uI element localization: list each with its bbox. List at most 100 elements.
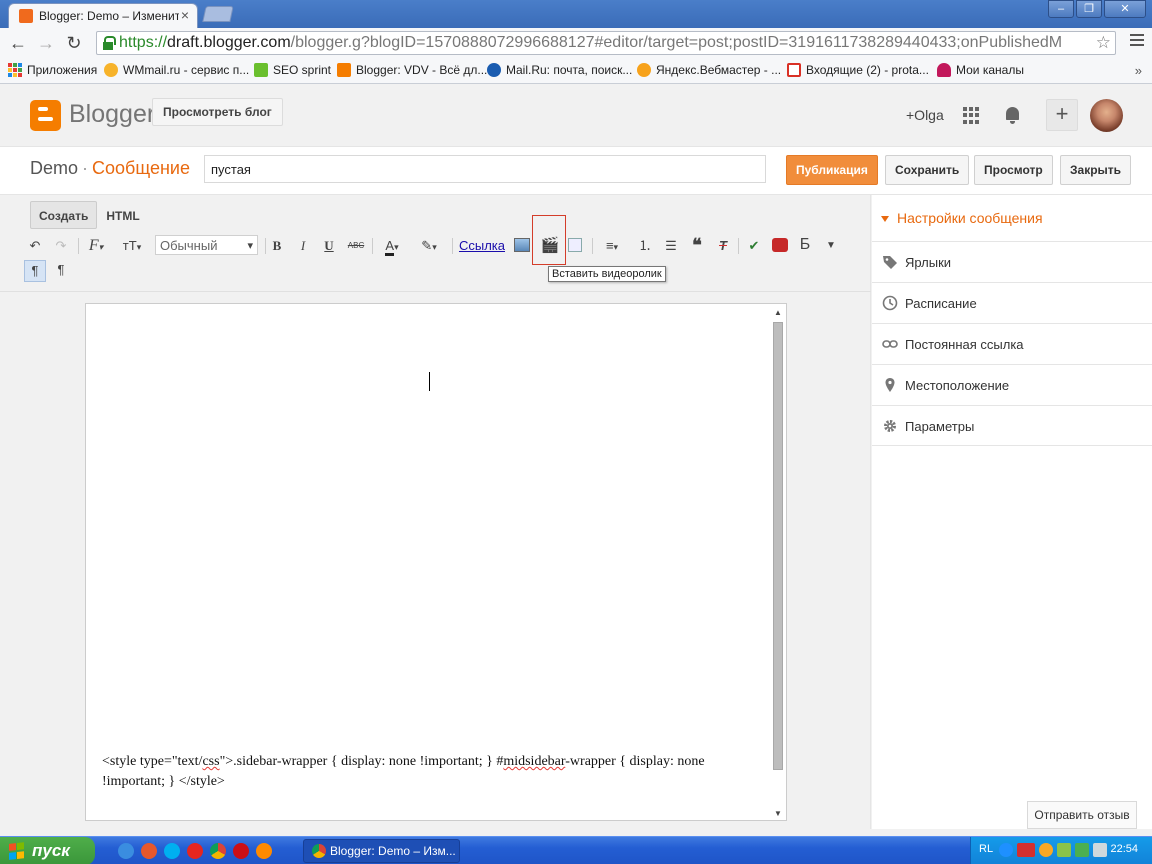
bookmark-blogger[interactable]: Blogger: VDV - Всё дл... bbox=[337, 63, 487, 77]
post-settings-panel: Настройки сообщения Ярлыки Расписание По… bbox=[872, 195, 1152, 829]
back-icon[interactable]: ← bbox=[8, 33, 28, 53]
post-body-content: <style type="text/css">.sidebar-wrapper … bbox=[102, 754, 705, 789]
font-color-icon[interactable]: A▾ bbox=[378, 236, 406, 256]
google-apps-icon[interactable] bbox=[963, 107, 980, 124]
notifications-bell-icon[interactable] bbox=[1004, 107, 1021, 125]
scroll-up-icon[interactable]: ▲ bbox=[774, 308, 782, 317]
settings-item-schedule[interactable]: Расписание bbox=[872, 282, 1152, 323]
send-feedback-button[interactable]: Отправить отзыв bbox=[1027, 801, 1137, 829]
font-size-icon[interactable]: тT▾ bbox=[118, 236, 146, 256]
bookmark-yandex[interactable]: Яндекс.Вебмастер - ... bbox=[637, 63, 781, 77]
opera-icon[interactable] bbox=[233, 843, 249, 859]
publish-button[interactable]: Публикация bbox=[786, 155, 878, 185]
new-tab-button[interactable] bbox=[202, 6, 234, 22]
bookmark-channels[interactable]: Мои каналы bbox=[937, 63, 1024, 77]
editor-area: Создать HTML ↶ ↷ F▾ тT▾ Обычный B I U AB… bbox=[0, 195, 871, 829]
post-title-input[interactable] bbox=[204, 155, 766, 183]
lock-icon bbox=[103, 36, 116, 50]
chrome-icon[interactable] bbox=[210, 843, 226, 859]
settings-item-location[interactable]: Местоположение bbox=[872, 364, 1152, 405]
bookmark-star-icon[interactable]: ☆ bbox=[1096, 33, 1111, 53]
tab-html[interactable]: HTML bbox=[97, 201, 148, 229]
minimize-button[interactable]: – bbox=[1048, 0, 1074, 18]
tray-arrow-icon[interactable] bbox=[999, 843, 1013, 857]
tab-compose[interactable]: Создать bbox=[30, 201, 98, 229]
maximize-button[interactable]: ❐ bbox=[1076, 0, 1102, 18]
reload-icon[interactable]: ↻ bbox=[64, 33, 84, 53]
insert-image-icon[interactable] bbox=[514, 238, 530, 252]
blogger-icon bbox=[337, 63, 351, 77]
italic-button[interactable]: I bbox=[296, 236, 310, 256]
network-icon[interactable] bbox=[1075, 843, 1089, 857]
start-button[interactable]: пуск bbox=[0, 837, 95, 864]
redo-icon[interactable]: ↷ bbox=[52, 236, 70, 256]
highlight-color-icon[interactable]: ✎▾ bbox=[414, 236, 444, 256]
font-family-icon[interactable]: F▾ bbox=[84, 236, 108, 256]
settings-item-options[interactable]: Параметры bbox=[872, 405, 1152, 446]
settings-item-labels[interactable]: Ярлыки bbox=[872, 241, 1152, 282]
paragraph-format-select[interactable]: Обычный bbox=[155, 235, 258, 256]
rtl-direction-icon[interactable]: ¶ bbox=[52, 260, 70, 282]
skype-icon[interactable] bbox=[164, 843, 180, 859]
quote-icon[interactable]: ❝ bbox=[688, 235, 706, 255]
firefox-alt-icon[interactable] bbox=[256, 843, 272, 859]
firefox-icon[interactable] bbox=[141, 843, 157, 859]
window-controls: – ❐ ✕ bbox=[1048, 0, 1146, 18]
link-button[interactable]: Ссылка bbox=[458, 236, 506, 256]
bookmarks-bar: Приложения WMmail.ru - сервис п... SEO s… bbox=[0, 58, 1152, 84]
language-letter-icon[interactable]: Б bbox=[796, 235, 814, 255]
bookmarks-more-icon[interactable]: » bbox=[1135, 63, 1142, 78]
undo-icon[interactable]: ↶ bbox=[26, 236, 44, 256]
url-text: https://draft.blogger.com/blogger.g?blog… bbox=[119, 34, 1063, 51]
bookmark-seosprint[interactable]: SEO sprint bbox=[254, 63, 331, 77]
language-dropdown-icon[interactable]: ▼ bbox=[824, 236, 838, 256]
settings-item-permalink[interactable]: Постоянная ссылка bbox=[872, 323, 1152, 364]
avatar[interactable] bbox=[1090, 99, 1123, 132]
ie-icon[interactable] bbox=[118, 843, 134, 859]
spellcheck-icon[interactable]: ✔ bbox=[744, 236, 764, 256]
insert-jump-break-icon[interactable] bbox=[568, 238, 582, 252]
save-button[interactable]: Сохранить bbox=[885, 155, 970, 185]
align-icon[interactable]: ≡▾ bbox=[598, 236, 626, 256]
chrome-menu-icon[interactable] bbox=[1130, 34, 1144, 48]
ati-icon[interactable] bbox=[1017, 843, 1035, 857]
bold-button[interactable]: B bbox=[270, 236, 284, 256]
preview-button[interactable]: Просмотр bbox=[974, 155, 1053, 185]
post-body-editor[interactable]: <style type="text/css">.sidebar-wrapper … bbox=[85, 303, 787, 821]
share-plus-button[interactable]: + bbox=[1046, 99, 1078, 131]
taskbar-item-blogger[interactable]: Blogger: Demo – Изм... bbox=[303, 839, 460, 863]
tray-utility-icon[interactable] bbox=[1057, 843, 1071, 857]
collapse-triangle-icon bbox=[881, 216, 889, 223]
underline-button[interactable]: U bbox=[322, 236, 336, 256]
monitor-icon[interactable] bbox=[1093, 843, 1107, 857]
scroll-down-icon[interactable]: ▼ bbox=[774, 809, 782, 818]
post-settings-heading[interactable]: Настройки сообщения bbox=[881, 210, 1043, 226]
yandex-browser-icon[interactable] bbox=[187, 843, 203, 859]
close-window-button[interactable]: ✕ bbox=[1104, 0, 1146, 18]
scrollbar-thumb[interactable] bbox=[773, 322, 783, 770]
numbered-list-icon[interactable]: ⒈ bbox=[636, 236, 654, 256]
strikethrough-button[interactable]: ABC bbox=[346, 236, 366, 256]
bookmark-wmmail[interactable]: WMmail.ru - сервис п... bbox=[104, 63, 249, 77]
view-blog-button[interactable]: Просмотреть блог bbox=[152, 98, 283, 126]
tab-close-icon[interactable]: × bbox=[181, 7, 189, 23]
apps-icon bbox=[8, 63, 22, 77]
browser-tab[interactable]: Blogger: Demo – Изменить сообщение × bbox=[8, 3, 198, 28]
forward-icon[interactable]: → bbox=[36, 33, 56, 53]
blogger-brand[interactable]: Blogger bbox=[69, 100, 155, 129]
input-tools-icon[interactable] bbox=[772, 238, 788, 252]
remove-formatting-icon[interactable]: T bbox=[714, 236, 732, 256]
blog-name: Demo bbox=[30, 158, 79, 178]
ltr-direction-icon[interactable]: ¶ bbox=[24, 260, 46, 282]
close-button[interactable]: Закрыть bbox=[1060, 155, 1132, 185]
blogger-logo-icon[interactable] bbox=[30, 100, 61, 131]
bullet-list-icon[interactable]: ☰ bbox=[662, 236, 680, 256]
address-bar[interactable]: https://draft.blogger.com/blogger.g?blog… bbox=[96, 31, 1116, 55]
language-indicator[interactable]: RL bbox=[979, 843, 993, 855]
bookmark-apps[interactable]: Приложения bbox=[8, 63, 97, 77]
bookmark-mailru[interactable]: Mail.Ru: почта, поиск... bbox=[487, 63, 632, 77]
tray-app-icon[interactable] bbox=[1039, 843, 1053, 857]
user-name-link[interactable]: +Olga bbox=[906, 107, 944, 123]
editor-scrollbar[interactable]: ▲ ▼ bbox=[772, 308, 784, 818]
bookmark-gmail[interactable]: Входящие (2) - prota... bbox=[787, 63, 929, 77]
